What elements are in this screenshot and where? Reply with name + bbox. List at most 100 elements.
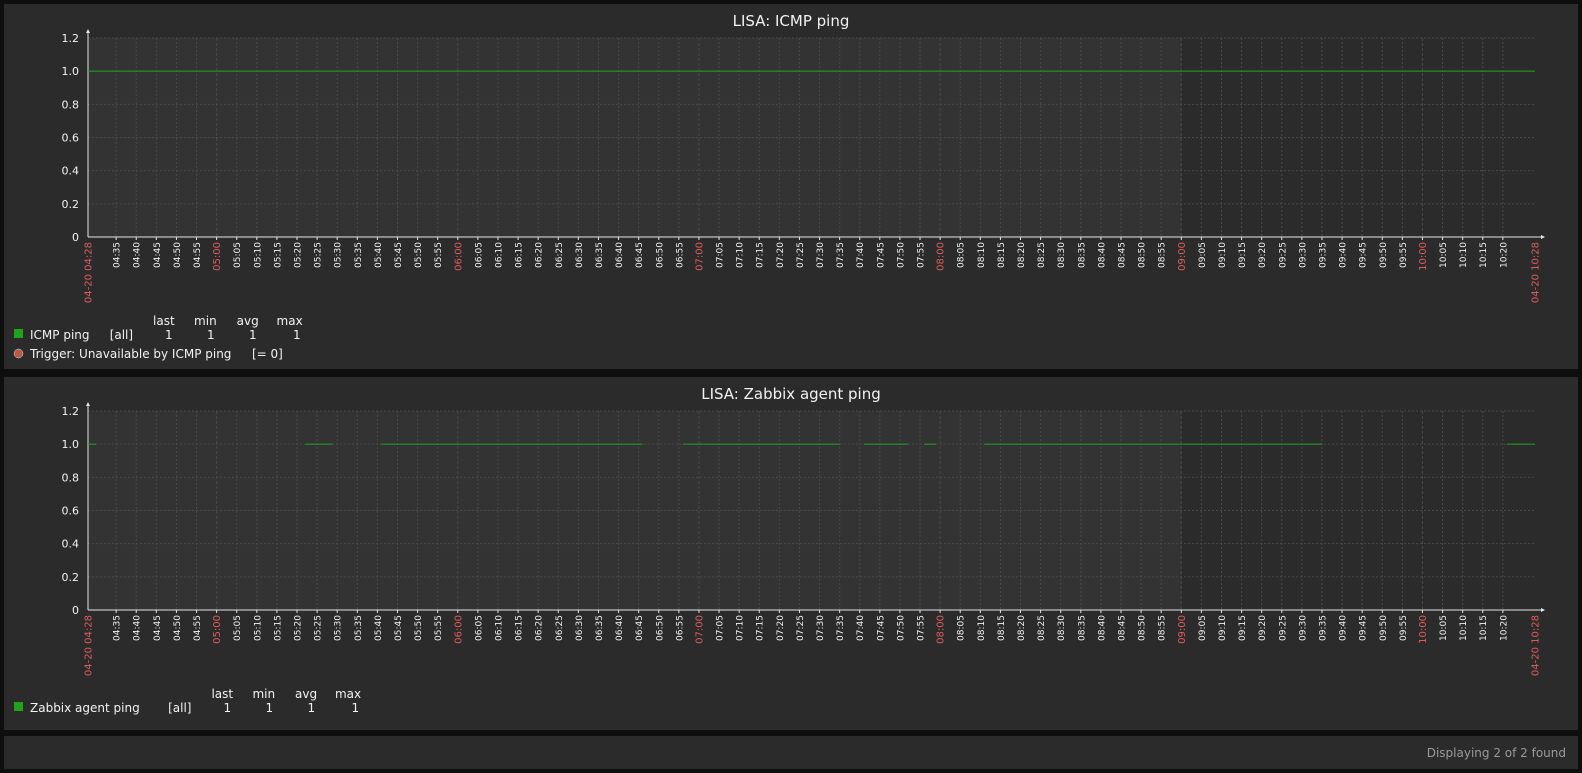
x-tick-label: 08:15 [997,615,1007,641]
legend-header-min: min [194,314,217,328]
x-tick-label: 05:20 [294,615,304,641]
x-tick-label: 10:20 [1499,242,1509,268]
x-tick-label: 08:55 [1158,615,1168,641]
results-footer: Displaying 2 of 2 found [4,736,1578,769]
x-hour-label: 07:00 [694,615,705,644]
x-tick-label: 05:05 [233,242,243,268]
y-tick-label: 0 [72,604,79,617]
legend-value-min: 1 [265,701,273,715]
x-tick-label: 08:15 [997,242,1007,268]
x-tick-label: 04:45 [153,615,163,641]
zabbix-agent-ping-chart: LISA: Zabbix agent ping 0 0.2 0.4 0.6 0.8 1.0 1… [14,385,1545,715]
x-tick-label: 07:10 [736,615,746,641]
x-tick-label: 08:10 [977,615,987,641]
x-tick-label: 06:40 [615,615,625,641]
x-tick-label: 07:50 [896,615,906,641]
x-tick-label: 05:10 [253,615,263,641]
x-tick-label: 05:40 [374,242,384,268]
legend-value-avg: 1 [307,701,315,715]
x-tick-label: 09:40 [1339,242,1349,268]
x-tick-label: 08:50 [1138,615,1148,641]
x-tick-label: 06:50 [655,615,665,641]
x-tick-label: 10:05 [1439,615,1449,641]
x-tick-label: 06:30 [575,615,585,641]
x-tick-label: 06:10 [494,615,504,641]
x-tick-label: 09:20 [1258,242,1268,268]
x-hour-label: 06:00 [453,242,464,271]
x-tick-label: 06:45 [635,615,645,641]
x-tick-label: 08:45 [1117,242,1127,268]
y-tick-label: 0.6 [62,132,80,145]
x-end-label: 04-20 10:28 [1531,615,1542,676]
x-tick-label: 07:35 [836,242,846,268]
x-tick-label: 07:40 [856,615,866,641]
y-tick-label: 0.2 [62,571,80,584]
x-tick-label: 09:45 [1359,242,1369,268]
legend-series-name: Zabbix agent ping [30,701,140,715]
x-tick-label: 07:20 [776,242,786,268]
x-hour-label: 07:00 [694,242,705,271]
trigger-label: Trigger: Unavailable by ICMP ping [29,347,231,361]
x-tick-label: 04:35 [113,615,123,641]
x-tick-label: 05:30 [334,242,344,268]
x-tick-label: 07:10 [736,242,746,268]
x-tick-label: 09:15 [1238,242,1248,268]
x-tick-label: 05:25 [314,615,324,641]
x-hour-label: 09:00 [1177,242,1188,271]
y-tick-label: 1.0 [62,65,80,78]
x-tick-label: 10:05 [1439,242,1449,268]
x-tick-label: 04:55 [193,242,203,268]
x-tick-label: 07:45 [876,242,886,268]
x-axis-arrow [1541,235,1545,239]
x-tick-label: 04:40 [133,242,143,268]
x-tick-label: 04:50 [173,242,183,268]
x-start-label: 04-20 04:28 [84,242,95,303]
x-tick-label: 10:15 [1479,242,1489,268]
x-tick-label: 09:50 [1379,615,1389,641]
x-tick-label: 09:10 [1218,615,1228,641]
graph-panel-icmp-ping: LISA: ICMP ping 0 0.2 0.4 0.6 0.8 1.0 1.2 04:35 0… [4,4,1578,369]
x-tick-label: 10:10 [1459,242,1469,268]
x-tick-label: 08:25 [1037,242,1047,268]
x-tick-label: 05:20 [294,242,304,268]
x-tick-label: 07:30 [816,615,826,641]
x-tick-label: 07:15 [756,242,766,268]
x-tick-label: 07:45 [876,615,886,641]
legend-series-name: ICMP ping [30,328,90,342]
x-tick-label: 09:20 [1258,615,1268,641]
y-tick-label: 1.2 [62,32,80,45]
x-tick-label: 08:30 [1057,615,1067,641]
legend-header-avg: avg [237,314,259,328]
x-tick-label: 06:10 [494,242,504,268]
x-tick-label: 04:50 [173,615,183,641]
chart-title: LISA: ICMP ping [733,12,850,30]
x-tick-label: 08:40 [1097,242,1107,268]
y-tick-label: 1.2 [62,405,80,418]
x-tick-label: 09:15 [1238,615,1248,641]
x-tick-label: 10:15 [1479,615,1489,641]
x-tick-label: 09:55 [1399,242,1409,268]
x-tick-label: 04:40 [133,615,143,641]
x-tick-label: 06:20 [535,242,545,268]
x-hour-label: 09:00 [1177,615,1188,644]
legend-swatch [14,702,23,711]
x-tick-label: 05:05 [233,615,243,641]
y-axis-arrow [86,402,90,406]
x-tick-label: 05:35 [354,242,364,268]
icmp-ping-chart: LISA: ICMP ping 0 0.2 0.4 0.6 0.8 1.0 1.2 04:35 0… [13,12,1545,361]
x-tick-label: 05:40 [374,615,384,641]
y-tick-label: 0.2 [62,198,80,211]
x-tick-label: 09:10 [1218,242,1228,268]
chart-title: LISA: Zabbix agent ping [701,385,881,403]
x-tick-label: 06:55 [675,615,685,641]
x-tick-label: 07:25 [796,615,806,641]
x-tick-label: 08:40 [1097,615,1107,641]
x-tick-label: 09:05 [1198,242,1208,268]
legend-header-max: max [277,314,303,328]
x-tick-label: 08:45 [1117,615,1127,641]
y-tick-label: 1.0 [62,438,80,451]
x-tick-label: 04:45 [153,242,163,268]
x-tick-label: 08:10 [977,242,987,268]
results-count: Displaying 2 of 2 found [1426,746,1566,760]
x-tick-label: 06:05 [474,242,484,268]
